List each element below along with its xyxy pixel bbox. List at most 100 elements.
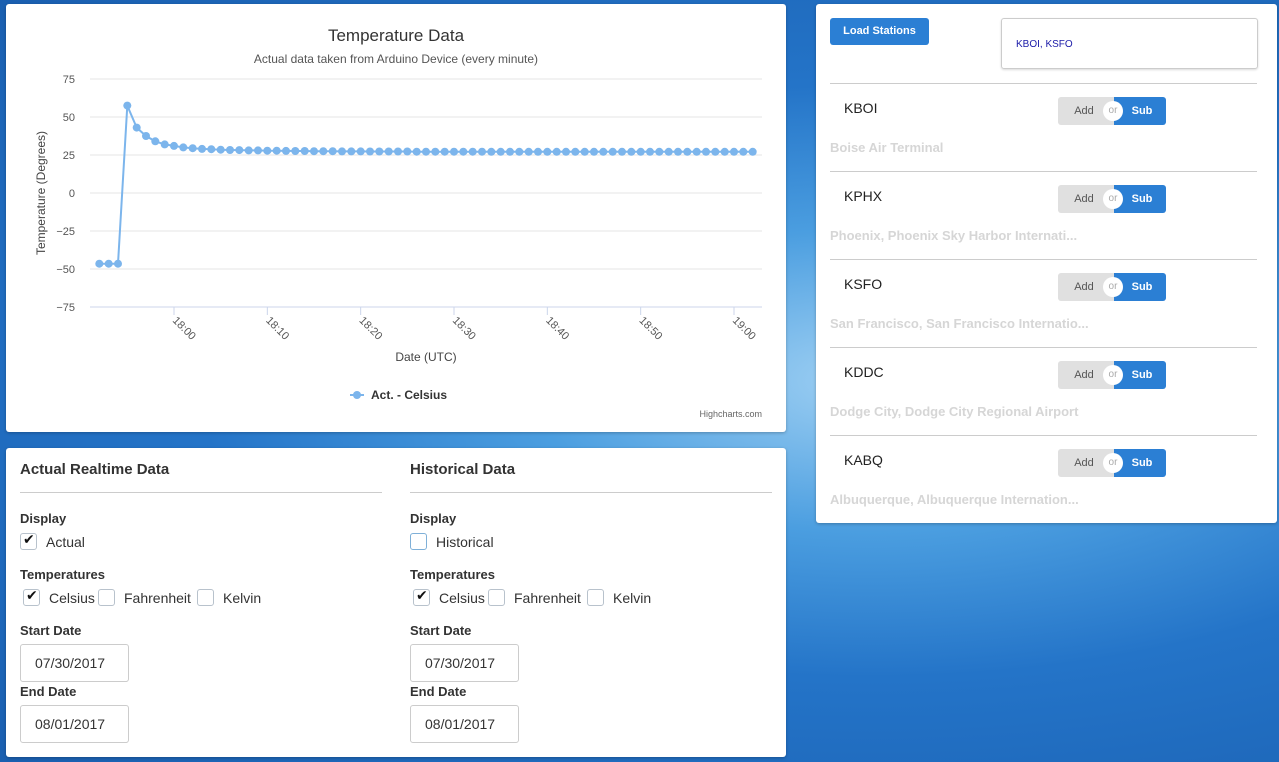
temperatures-label: Temperatures — [410, 567, 496, 582]
x-tick-label: 19:00 — [730, 315, 758, 343]
data-point — [515, 147, 524, 156]
station-name: Dodge City, Dodge City Regional Airport — [830, 404, 1079, 419]
controls-panel: Actual Realtime Data Display Actual Temp… — [6, 448, 786, 757]
data-point — [95, 259, 104, 268]
data-point — [272, 146, 281, 155]
temperature-chart: Temperature Data Actual data taken from A… — [34, 26, 762, 419]
data-point — [104, 259, 113, 268]
data-point — [319, 147, 328, 156]
data-point — [403, 147, 412, 156]
y-tick-label: −25 — [56, 226, 75, 238]
or-separator: or — [1103, 189, 1123, 209]
data-point — [375, 147, 384, 156]
x-tick-label: 18:40 — [543, 315, 571, 343]
series-line — [99, 105, 753, 265]
data-point — [748, 147, 757, 156]
end-date-label: End Date — [410, 684, 467, 699]
x-tick-label: 18:00 — [170, 315, 198, 343]
data-point — [160, 140, 169, 149]
data-point — [235, 146, 244, 155]
data-point — [188, 144, 197, 153]
x-tick-label: 18:20 — [357, 315, 385, 343]
kelvin-label: Kelvin — [223, 590, 262, 606]
legend-label: Act. - Celsius — [371, 388, 447, 402]
y-tick-label: 75 — [63, 74, 75, 86]
historical-checkbox[interactable] — [410, 533, 427, 550]
celsius-checkbox[interactable] — [23, 588, 40, 606]
station-code: KSFO — [844, 276, 883, 292]
station-row: KBOI Add Sub or Boise Air Terminal — [830, 83, 1257, 171]
data-point — [543, 147, 552, 156]
start-date-input[interactable]: 07/30/2017 — [20, 644, 129, 682]
fahrenheit-checkbox[interactable] — [488, 589, 505, 606]
data-point — [636, 147, 645, 156]
fahrenheit-checkbox[interactable] — [98, 589, 115, 606]
kelvin-checkbox[interactable] — [587, 589, 604, 606]
end-date-label: End Date — [20, 684, 77, 699]
data-point — [506, 147, 514, 156]
data-point — [254, 146, 262, 155]
data-point — [244, 146, 253, 155]
station-code: KBOI — [844, 100, 878, 116]
kelvin-label: Kelvin — [613, 590, 652, 606]
load-stations-button[interactable]: Load Stations — [830, 18, 929, 45]
chart-title: Temperature Data — [328, 26, 465, 45]
data-point — [356, 147, 365, 156]
data-point — [664, 147, 673, 156]
data-point — [300, 147, 309, 155]
y-tick-label: 50 — [63, 112, 75, 124]
station-name: Albuquerque, Albuquerque Internation... — [830, 492, 1079, 507]
add-sub-toggle: Add Sub or — [1058, 449, 1166, 477]
data-point — [599, 147, 608, 156]
y-axis-title: Temperature (Degrees) — [34, 131, 48, 255]
data-point — [142, 132, 150, 140]
data-point — [562, 147, 570, 156]
chart-panel: Temperature Data Actual data taken from A… — [6, 4, 786, 432]
data-point — [618, 147, 626, 156]
data-point — [459, 147, 468, 156]
celsius-checkbox[interactable] — [413, 588, 430, 606]
data-point — [478, 147, 486, 156]
y-tick-label: −50 — [56, 264, 75, 276]
station-name: Phoenix, Phoenix Sky Harbor Internati... — [830, 228, 1078, 243]
or-separator: or — [1103, 101, 1123, 121]
kelvin-checkbox[interactable] — [197, 589, 214, 606]
station-code: KABQ — [844, 452, 883, 468]
data-point — [347, 147, 356, 156]
data-point — [590, 147, 598, 156]
data-point — [534, 147, 542, 156]
start-date-label: Start Date — [20, 623, 82, 638]
station-name: Boise Air Terminal — [830, 140, 944, 155]
historical-heading: Historical Data — [410, 461, 516, 478]
display-label: Display — [20, 511, 67, 526]
data-point — [646, 147, 654, 156]
data-point — [263, 146, 272, 155]
data-point — [720, 147, 729, 156]
data-point — [730, 147, 738, 156]
realtime-heading: Actual Realtime Data — [20, 461, 170, 478]
fahrenheit-label: Fahrenheit — [514, 590, 581, 606]
station-code: KPHX — [844, 188, 883, 204]
data-point — [496, 147, 505, 156]
start-date-input[interactable]: 07/30/2017 — [410, 644, 519, 682]
historical-checkbox-label: Historical — [436, 534, 494, 550]
y-tick-label: 25 — [63, 150, 75, 162]
stations-panel: Load Stations KBOI, KSFO KBOI Add Sub or… — [816, 4, 1277, 523]
selected-stations-field[interactable]: KBOI, KSFO — [1001, 18, 1258, 69]
chart-credits: Highcharts.com — [699, 409, 762, 419]
data-point — [366, 147, 374, 156]
end-date-input[interactable]: 08/01/2017 — [410, 705, 519, 743]
data-point — [338, 147, 346, 156]
divider — [20, 492, 382, 493]
actual-checkbox[interactable] — [20, 532, 37, 550]
x-tick-label: 18:30 — [450, 315, 478, 343]
station-row: KDDC Add Sub or Dodge City, Dodge City R… — [830, 347, 1257, 435]
data-point — [655, 147, 664, 156]
data-point — [487, 147, 496, 156]
fahrenheit-label: Fahrenheit — [124, 590, 191, 606]
x-tick-label: 18:10 — [263, 315, 291, 343]
data-point — [580, 147, 589, 156]
data-point — [739, 147, 748, 156]
end-date-input[interactable]: 08/01/2017 — [20, 705, 129, 743]
start-date-label: Start Date — [410, 623, 472, 638]
